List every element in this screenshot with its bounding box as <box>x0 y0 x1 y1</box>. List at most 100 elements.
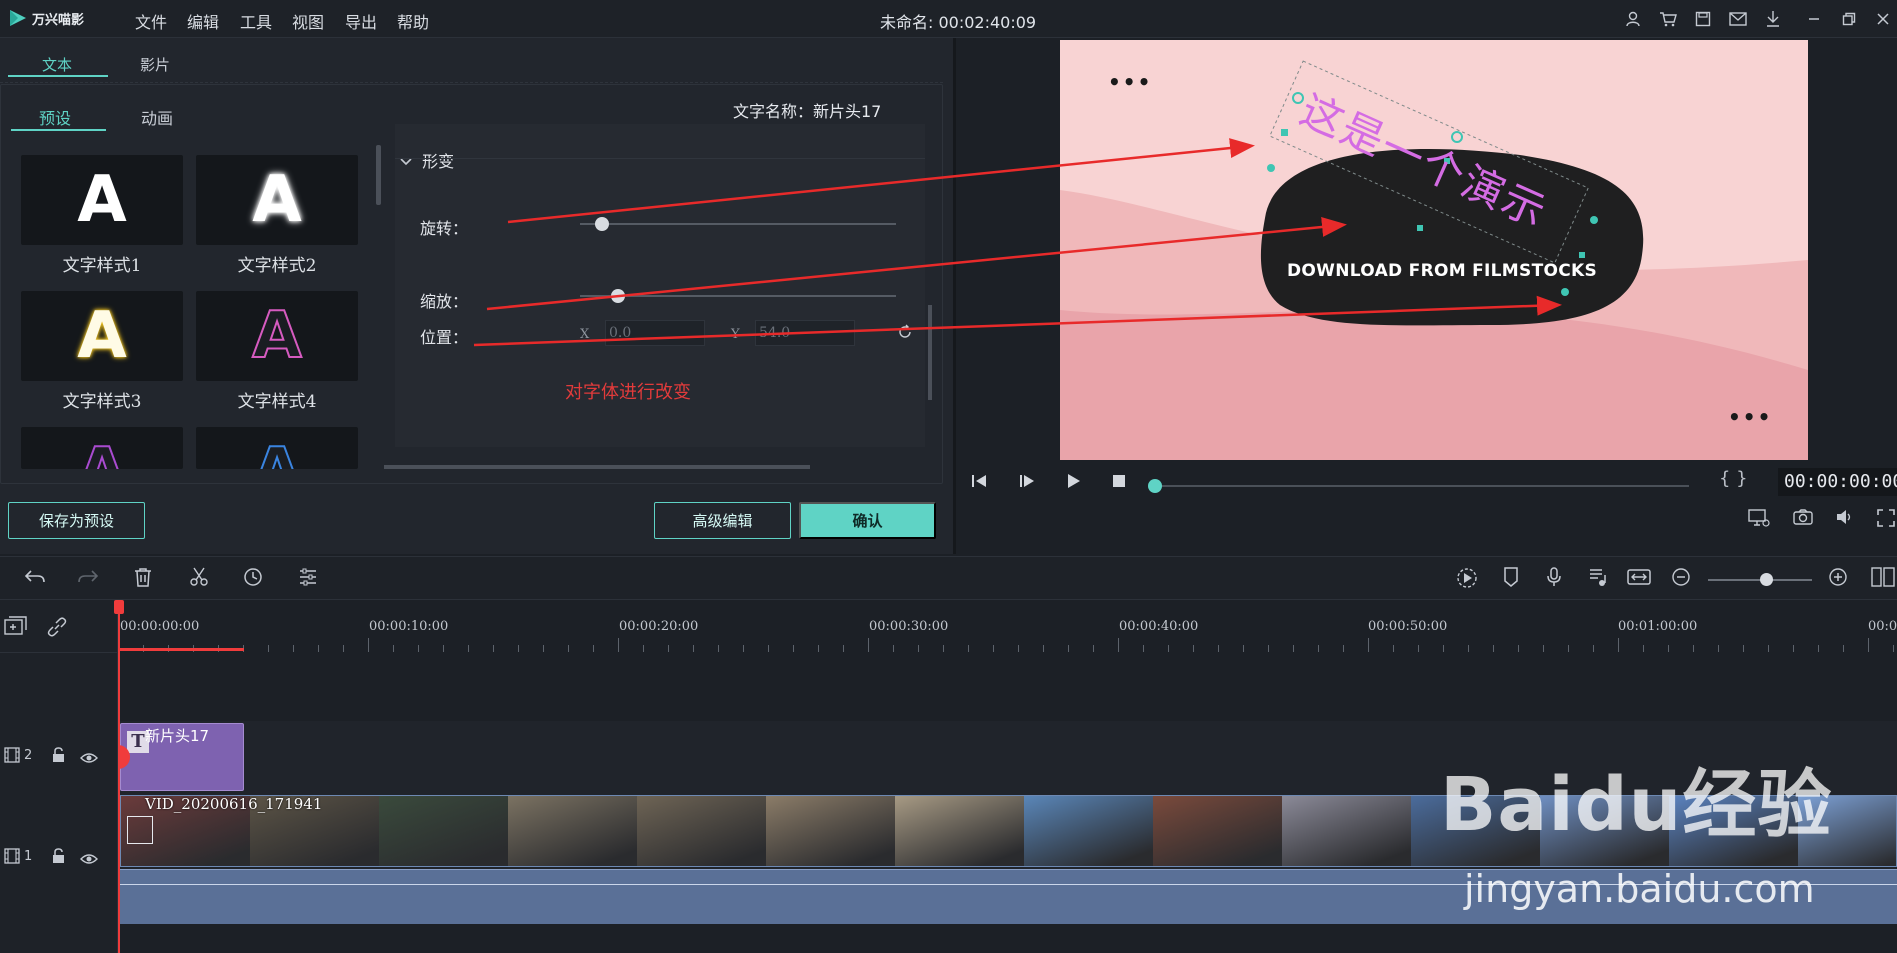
empty-track-area <box>118 652 1897 721</box>
ruler-tick <box>668 645 669 652</box>
user-icon[interactable] <box>1622 8 1644 30</box>
subtab-preset-underline <box>11 129 106 131</box>
preset-thumb-3[interactable]: A <box>21 291 183 381</box>
next-frame-icon[interactable] <box>1018 473 1036 494</box>
zoom-in-icon[interactable] <box>1828 567 1848 592</box>
position-x-input[interactable]: 0.0 <box>605 320 705 346</box>
render-preview-icon[interactable] <box>1456 567 1478 594</box>
menu-file[interactable]: 文件 <box>135 9 167 33</box>
preset-thumb-2[interactable]: A <box>196 155 358 245</box>
cut-icon[interactable] <box>189 567 209 592</box>
preview-background <box>1060 60 1808 460</box>
download-icon[interactable] <box>1762 8 1784 30</box>
microphone-icon[interactable] <box>1546 567 1562 592</box>
ruler-label: 00:00:00:00 <box>120 619 200 634</box>
fit-timeline-icon[interactable] <box>1627 567 1651 592</box>
ruler-tick <box>943 645 944 652</box>
add-track-icon[interactable] <box>4 616 28 640</box>
preset-thumb-6[interactable]: A <box>196 427 358 469</box>
adjust-icon[interactable] <box>298 567 318 592</box>
menu-tools[interactable]: 工具 <box>240 9 272 33</box>
subtab-animation[interactable]: 动画 <box>141 105 173 129</box>
layout-toggle-icon[interactable] <box>1871 567 1895 592</box>
lock-icon[interactable] <box>52 747 65 767</box>
mark-in-out-icon[interactable]: { } <box>1719 468 1748 489</box>
previous-frame-icon[interactable] <box>971 473 989 494</box>
undo-icon[interactable] <box>24 567 46 591</box>
rotate-slider[interactable] <box>580 223 896 225</box>
lock-icon[interactable] <box>52 848 65 868</box>
tab-text[interactable]: 文本 <box>42 54 72 75</box>
ruler-tick <box>593 645 594 652</box>
eye-icon[interactable] <box>80 749 98 768</box>
ruler-tick <box>1743 645 1744 652</box>
title-clip[interactable]: T 新片头17 <box>120 723 244 791</box>
speed-icon[interactable] <box>243 567 263 592</box>
restore-icon[interactable] <box>1838 8 1860 30</box>
preview-canvas[interactable]: 这是一个演示 DOWNLOAD FROM FILMSTOCKS ••• ••• <box>1060 40 1808 460</box>
cart-icon[interactable] <box>1657 8 1679 30</box>
playback-progress-knob[interactable] <box>1148 479 1162 493</box>
preview-timecode: 00:00:00:00 <box>1778 468 1897 496</box>
preset-glyph: A <box>77 163 127 237</box>
ruler-tick <box>1118 638 1119 652</box>
menu-export[interactable]: 导出 <box>345 9 377 33</box>
audio-mixer-icon[interactable] <box>1588 567 1608 592</box>
track-number-1: 1 <box>24 849 33 864</box>
minimize-icon[interactable] <box>1803 8 1825 30</box>
save-icon[interactable] <box>1692 8 1714 30</box>
fullscreen-icon[interactable] <box>1877 509 1895 532</box>
volume-icon[interactable] <box>1835 509 1853 530</box>
scale-slider-knob[interactable] <box>610 289 625 303</box>
scale-slider[interactable] <box>580 295 896 297</box>
eye-icon[interactable] <box>80 850 98 869</box>
subtab-preset[interactable]: 预设 <box>39 105 71 129</box>
ruler-tick <box>1468 645 1469 652</box>
zoom-out-icon[interactable] <box>1671 567 1691 592</box>
mail-icon[interactable] <box>1727 8 1749 30</box>
confirm-button[interactable]: 确认 <box>799 502 936 539</box>
ruler-tick <box>1218 645 1219 652</box>
play-icon[interactable] <box>1065 473 1081 494</box>
divider <box>0 82 943 83</box>
playhead[interactable] <box>118 604 120 953</box>
ruler-tick <box>318 645 319 652</box>
preset-thumb-5[interactable]: A <box>21 427 183 469</box>
ruler-tick <box>293 645 294 652</box>
horizontal-scrollbar[interactable] <box>384 465 810 469</box>
ruler-tick <box>493 645 494 652</box>
preset-thumb-4[interactable]: A <box>196 291 358 381</box>
delete-icon[interactable] <box>134 567 152 592</box>
advanced-edit-button[interactable]: 高级编辑 <box>654 502 791 539</box>
menu-help[interactable]: 帮助 <box>397 9 429 33</box>
preview-dots-bottom: ••• <box>1728 405 1773 429</box>
stop-icon[interactable] <box>1111 473 1127 494</box>
save-preset-button[interactable]: 保存为预设 <box>8 502 145 539</box>
marker-icon[interactable] <box>1503 567 1519 592</box>
menu-view[interactable]: 视图 <box>292 9 324 33</box>
display-settings-icon[interactable] <box>1748 509 1770 532</box>
rotate-slider-knob[interactable] <box>595 217 610 231</box>
video-track-icon <box>4 747 20 767</box>
snapshot-icon[interactable] <box>1793 509 1813 530</box>
position-y-input[interactable]: 54.0 <box>755 320 855 346</box>
video-frame-thumbnail <box>508 796 637 866</box>
link-icon[interactable] <box>46 616 68 642</box>
reset-icon[interactable] <box>897 324 913 344</box>
redo-icon[interactable] <box>77 567 99 591</box>
transform-scrollbar[interactable] <box>928 305 932 400</box>
tab-film[interactable]: 影片 <box>140 54 170 75</box>
ruler-tick <box>918 645 919 652</box>
preset-thumb-1[interactable]: A <box>21 155 183 245</box>
menu-edit[interactable]: 编辑 <box>187 9 219 33</box>
timeline-ruler[interactable]: 00:00:00:00 00:00:10:00 00:00:20:00 00:0… <box>118 600 1897 652</box>
preset-scrollbar[interactable] <box>376 145 381 205</box>
divider <box>395 158 925 159</box>
playback-progress-bar[interactable] <box>1157 485 1689 487</box>
app-name: 万兴喵影 <box>32 13 85 28</box>
close-icon[interactable] <box>1872 8 1894 30</box>
watermark-brand: Baidu经验 <box>1440 762 1833 848</box>
transform-header[interactable]: 形变 <box>400 148 454 172</box>
scale-label: 缩放： <box>420 292 469 311</box>
zoom-slider-knob[interactable] <box>1760 573 1774 586</box>
